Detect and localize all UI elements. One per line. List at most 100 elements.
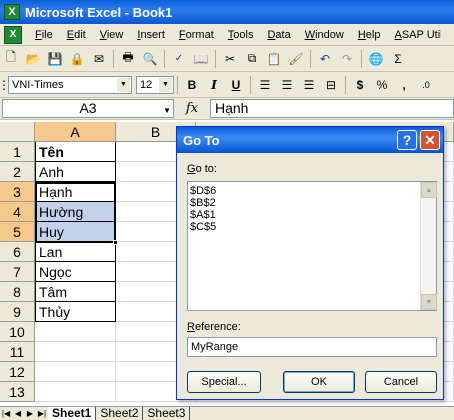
print-preview-icon[interactable]: 🔍 xyxy=(139,49,161,69)
fill-handle[interactable] xyxy=(113,240,118,245)
workbook-icon[interactable]: X xyxy=(4,25,22,44)
row-header[interactable]: 12 xyxy=(0,362,35,382)
help-icon[interactable]: ? xyxy=(397,130,417,150)
italic-button[interactable]: I xyxy=(203,75,225,95)
bold-button[interactable]: B xyxy=(181,75,203,95)
name-box[interactable]: A3 ▼ xyxy=(2,99,174,118)
cell-a2[interactable]: Anh xyxy=(35,162,116,182)
menu-insert[interactable]: Insert xyxy=(130,25,172,45)
paste-icon[interactable]: 📋 xyxy=(263,49,285,69)
first-sheet-icon[interactable]: |◀ xyxy=(0,409,12,418)
list-item[interactable]: $C$5 xyxy=(190,221,436,233)
autosum-icon[interactable]: Σ xyxy=(387,49,409,69)
menu-asap-utilities[interactable]: ASAP Utilities xyxy=(387,25,441,45)
list-item[interactable]: $A$1 xyxy=(190,209,436,221)
spelling-icon[interactable]: ✓ xyxy=(168,49,190,69)
goto-list[interactable]: $D$6 $B$2 $A$1 $C$5 ▲ ▼ xyxy=(187,181,437,311)
menu-format[interactable]: Format xyxy=(172,25,221,45)
menu-help[interactable]: Help xyxy=(351,25,388,45)
percent-button[interactable]: % xyxy=(371,75,393,95)
cut-icon[interactable]: ✂ xyxy=(219,49,241,69)
research-icon[interactable]: 📖 xyxy=(190,49,212,69)
row-header[interactable]: 6 xyxy=(0,242,35,262)
reference-input[interactable]: MyRange xyxy=(187,337,437,357)
toolbar-separator xyxy=(345,75,346,94)
previous-sheet-icon[interactable]: ◀ xyxy=(12,409,24,418)
formula-input[interactable]: Hạnh xyxy=(210,99,454,118)
menu-file[interactable]: File xyxy=(28,25,60,45)
row-header[interactable]: 4 xyxy=(0,202,35,222)
cell-a4[interactable]: Hường xyxy=(35,202,116,222)
cell-a7[interactable]: Ngọc xyxy=(35,262,116,282)
new-icon[interactable]: 🗋 xyxy=(0,49,22,69)
align-left-icon[interactable]: ☰ xyxy=(254,75,276,95)
cell-a10[interactable] xyxy=(35,322,116,342)
format-painter-icon[interactable]: 🖌 xyxy=(285,49,307,69)
cell-a1[interactable]: Tên xyxy=(35,142,116,162)
row-header[interactable]: 1 xyxy=(0,142,35,162)
email-icon[interactable]: ✉ xyxy=(88,49,110,69)
cell-a8[interactable]: Tâm xyxy=(35,282,116,302)
font-name-select[interactable]: VNI-Times ▼ xyxy=(8,75,132,94)
toolbar-separator xyxy=(177,75,178,94)
chevron-down-icon: ▼ xyxy=(159,77,172,92)
row-header[interactable]: 10 xyxy=(0,322,35,342)
currency-button[interactable]: $ xyxy=(349,75,371,95)
menu-tools[interactable]: Tools xyxy=(221,25,261,45)
cell-a13[interactable] xyxy=(35,382,116,402)
chevron-down-icon[interactable]: ▼ xyxy=(163,102,171,119)
undo-icon[interactable]: ↶ xyxy=(314,49,336,69)
cell-a11[interactable] xyxy=(35,342,116,362)
open-icon[interactable]: 📂 xyxy=(22,49,44,69)
row-header[interactable]: 3 xyxy=(0,182,35,202)
row-header[interactable]: 2 xyxy=(0,162,35,182)
excel-app-icon: X xyxy=(4,4,20,20)
comma-style-icon[interactable]: , xyxy=(393,75,415,95)
row-header[interactable]: 7 xyxy=(0,262,35,282)
tab-sheet1[interactable]: Sheet1 xyxy=(48,407,97,420)
cell-a3[interactable]: Hạnh xyxy=(35,182,116,202)
cancel-button[interactable]: Cancel xyxy=(365,371,437,393)
align-center-icon[interactable]: ☰ xyxy=(276,75,298,95)
scroll-up-icon[interactable]: ▲ xyxy=(421,182,437,198)
merge-center-icon[interactable]: ⊟ xyxy=(320,75,342,95)
next-sheet-icon[interactable]: ▶ xyxy=(24,409,36,418)
permission-icon[interactable]: 🔒 xyxy=(66,49,88,69)
save-icon[interactable]: 💾 xyxy=(44,49,66,69)
hyperlink-icon[interactable]: 🌐 xyxy=(365,49,387,69)
align-right-icon[interactable]: ☰ xyxy=(298,75,320,95)
list-item[interactable]: $B$2 xyxy=(190,197,436,209)
menu-data[interactable]: Data xyxy=(260,25,297,45)
select-all-corner[interactable] xyxy=(0,122,35,142)
row-header[interactable]: 8 xyxy=(0,282,35,302)
ok-button[interactable]: OK xyxy=(283,371,355,393)
row-header[interactable]: 5 xyxy=(0,222,35,242)
font-size-select[interactable]: 12 ▼ xyxy=(136,75,174,94)
cell-a9[interactable]: Thủy xyxy=(35,302,116,322)
scroll-down-icon[interactable]: ▼ xyxy=(421,294,437,310)
cell-a5[interactable]: Huy xyxy=(35,222,116,242)
increase-decimal-icon[interactable]: .0 xyxy=(415,75,437,95)
menu-window[interactable]: Window xyxy=(298,25,351,45)
cell-a6[interactable]: Lan xyxy=(35,242,116,262)
tab-sheet3[interactable]: Sheet3 xyxy=(143,407,191,420)
row-header[interactable]: 13 xyxy=(0,382,35,402)
list-scrollbar[interactable]: ▲ ▼ xyxy=(420,182,437,310)
menu-edit[interactable]: Edit xyxy=(60,25,93,45)
row-header[interactable]: 9 xyxy=(0,302,35,322)
column-header-a[interactable]: A xyxy=(35,122,116,142)
standard-toolbar: 🗋 📂 💾 🔒 ✉ 🖶 🔍 ✓ 📖 ✂ ⧉ 📋 🖌 ↶ ↷ 🌐 Σ xyxy=(0,46,454,72)
redo-icon[interactable]: ↷ xyxy=(336,49,358,69)
insert-function-icon[interactable]: fx xyxy=(174,101,210,116)
menu-view[interactable]: View xyxy=(93,25,131,45)
close-icon[interactable]: ✕ xyxy=(420,130,440,150)
list-item[interactable]: $D$6 xyxy=(190,185,436,197)
cell-a12[interactable] xyxy=(35,362,116,382)
special-button[interactable]: Special... xyxy=(187,371,261,393)
last-sheet-icon[interactable]: ▶| xyxy=(36,409,48,418)
print-icon[interactable]: 🖶 xyxy=(117,49,139,69)
row-header[interactable]: 11 xyxy=(0,342,35,362)
copy-icon[interactable]: ⧉ xyxy=(241,49,263,69)
tab-sheet2[interactable]: Sheet2 xyxy=(96,407,144,420)
underline-button[interactable]: U xyxy=(225,75,247,95)
